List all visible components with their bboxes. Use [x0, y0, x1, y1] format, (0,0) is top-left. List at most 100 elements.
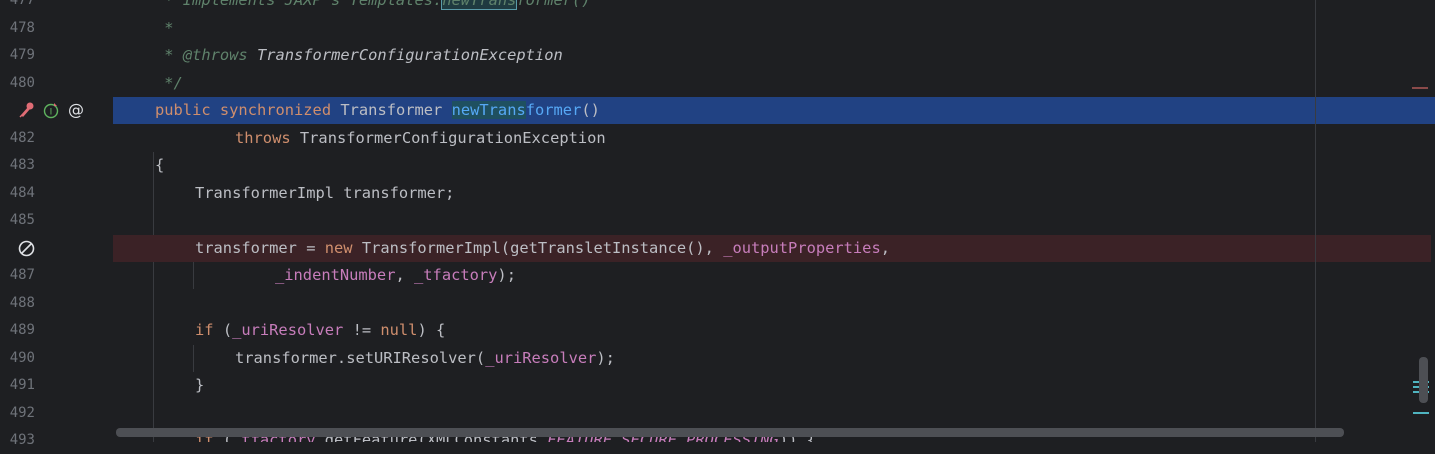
right-margin-guide [1315, 0, 1316, 442]
gutter-line[interactable]: 483 [0, 152, 113, 179]
statement: transformer.setURIResolver( [235, 349, 486, 367]
line-number: 480 [9, 75, 35, 91]
line-number: 492 [9, 405, 35, 421]
gutter-line[interactable]: 484 [0, 180, 113, 207]
svg-text:I: I [50, 108, 53, 118]
doc-comment-text: former() [516, 0, 591, 9]
code-line[interactable]: transformer.setURIResolver(_uriResolver)… [235, 345, 1435, 372]
code-line[interactable]: if (_uriResolver != null) { [195, 317, 1435, 344]
code-line[interactable]: _indentNumber, _tfactory); [275, 262, 1435, 289]
field-name: _uriResolver [485, 349, 597, 367]
search-highlight: newTrans [441, 0, 518, 10]
code-line-empty[interactable] [195, 207, 1435, 234]
punctuation: , [395, 266, 415, 284]
disabled-breakpoint-icon[interactable] [17, 239, 36, 258]
code-line-selected[interactable]: public synchronized Transformer newTrans… [113, 97, 1435, 124]
gutter-line[interactable]: 487 [0, 262, 113, 289]
statement: TransformerImpl transformer; [195, 184, 455, 202]
keyword: null [380, 321, 418, 339]
editor-gutter[interactable]: 477 478 479 480 I @ 482 483 484 485 487 … [0, 0, 113, 448]
method-name: former [525, 101, 582, 119]
line-number: 489 [9, 322, 35, 338]
debug-breakpoint-icon[interactable] [18, 101, 36, 119]
code-line-empty[interactable] [195, 400, 1435, 427]
indent-guide [153, 152, 154, 442]
punctuation: , [880, 239, 890, 257]
code-line[interactable]: { [155, 152, 1435, 179]
error-stripe-mark[interactable] [1412, 87, 1428, 89]
indent-guide [193, 345, 194, 372]
doc-tag: @throws [182, 46, 248, 64]
field-name: _indentNumber [275, 266, 396, 284]
code-line[interactable]: } [195, 372, 1435, 399]
error-stripe-mark[interactable] [1413, 412, 1429, 414]
vertical-scrollbar-thumb[interactable] [1419, 357, 1428, 403]
doc-comment-text: */ [155, 74, 183, 92]
gutter-line[interactable]: 490 [0, 345, 113, 372]
doc-comment-text: * [155, 46, 183, 64]
override-annotation-icon[interactable]: @ [66, 100, 86, 120]
line-number: 487 [9, 267, 35, 283]
code-line-breakpoint[interactable]: transformer = new TransformerImpl(getTra… [113, 235, 1431, 262]
brace: } [195, 376, 205, 394]
code-line-empty[interactable] [195, 290, 1435, 317]
gutter-line[interactable]: 492 [0, 400, 113, 427]
type-name: Transformer [340, 101, 443, 119]
svg-text:@: @ [68, 100, 84, 119]
horizontal-scrollbar-thumb[interactable] [116, 428, 1344, 437]
code-line[interactable]: */ [155, 70, 1435, 97]
keyword: synchronized [219, 101, 332, 119]
code-line[interactable]: throws TransformerConfigurationException [235, 125, 1435, 152]
brace: { [155, 156, 165, 174]
field-name: _tfactory [414, 266, 498, 284]
doc-comment-class: TransformerConfigurationException [247, 46, 563, 64]
operator: != [343, 321, 381, 339]
line-number: 490 [9, 350, 35, 366]
punctuation: ); [497, 266, 516, 284]
code-line[interactable]: TransformerImpl transformer; [195, 180, 1435, 207]
keyword: public [155, 101, 211, 119]
indent-guide [193, 262, 194, 289]
gutter-line[interactable]: 489 [0, 317, 113, 344]
doc-comment-text: * [155, 19, 174, 37]
keyword: new [324, 239, 353, 257]
implements-method-icon[interactable]: I [42, 101, 60, 119]
method-name-highlight: newTrans [451, 101, 526, 119]
punctuation: ) { [417, 321, 446, 339]
line-number: 478 [9, 20, 35, 36]
gutter-line[interactable]: 480 [0, 70, 113, 97]
gutter-line[interactable]: 482 [0, 125, 113, 152]
line-number: 485 [9, 212, 35, 228]
gutter-line[interactable]: 485 [0, 207, 113, 234]
gutter-line[interactable]: 478 [0, 15, 113, 42]
punctuation: () [581, 101, 600, 119]
line-number: 477 [9, 0, 35, 8]
gutter-line-breakpoint[interactable] [0, 235, 113, 262]
field-name: _outputProperties [723, 239, 881, 257]
statement: transformer = [195, 239, 325, 257]
gutter-line[interactable]: 493 [0, 427, 113, 454]
line-number: 479 [9, 47, 35, 63]
code-line[interactable]: * @throws TransformerConfigurationExcept… [155, 42, 1435, 69]
code-line[interactable]: * Implements JAXP's Templates.newTransfo… [155, 0, 1435, 14]
statement: TransformerImpl(getTransletInstance(), [352, 239, 724, 257]
line-number: 483 [9, 157, 35, 173]
punctuation: ( [213, 321, 233, 339]
field-name: _uriResolver [232, 321, 344, 339]
line-number: 491 [9, 377, 35, 393]
line-number: 484 [9, 185, 35, 201]
gutter-line[interactable]: 488 [0, 290, 113, 317]
punctuation: ); [596, 349, 615, 367]
keyword: throws [235, 129, 291, 147]
line-number: 493 [9, 432, 35, 448]
gutter-line[interactable]: 479 [0, 42, 113, 69]
gutter-line[interactable]: 491 [0, 372, 113, 399]
gutter-line-current[interactable]: I @ [0, 97, 113, 124]
code-editor[interactable]: * Implements JAXP's Templates.newTransfo… [113, 0, 1435, 442]
gutter-line[interactable]: 477 [0, 0, 113, 14]
line-number: 482 [9, 130, 35, 146]
keyword: if [195, 321, 214, 339]
code-line[interactable]: * [155, 15, 1435, 42]
line-number: 488 [9, 295, 35, 311]
doc-comment-text: * Implements JAXP's Templates. [155, 0, 443, 9]
